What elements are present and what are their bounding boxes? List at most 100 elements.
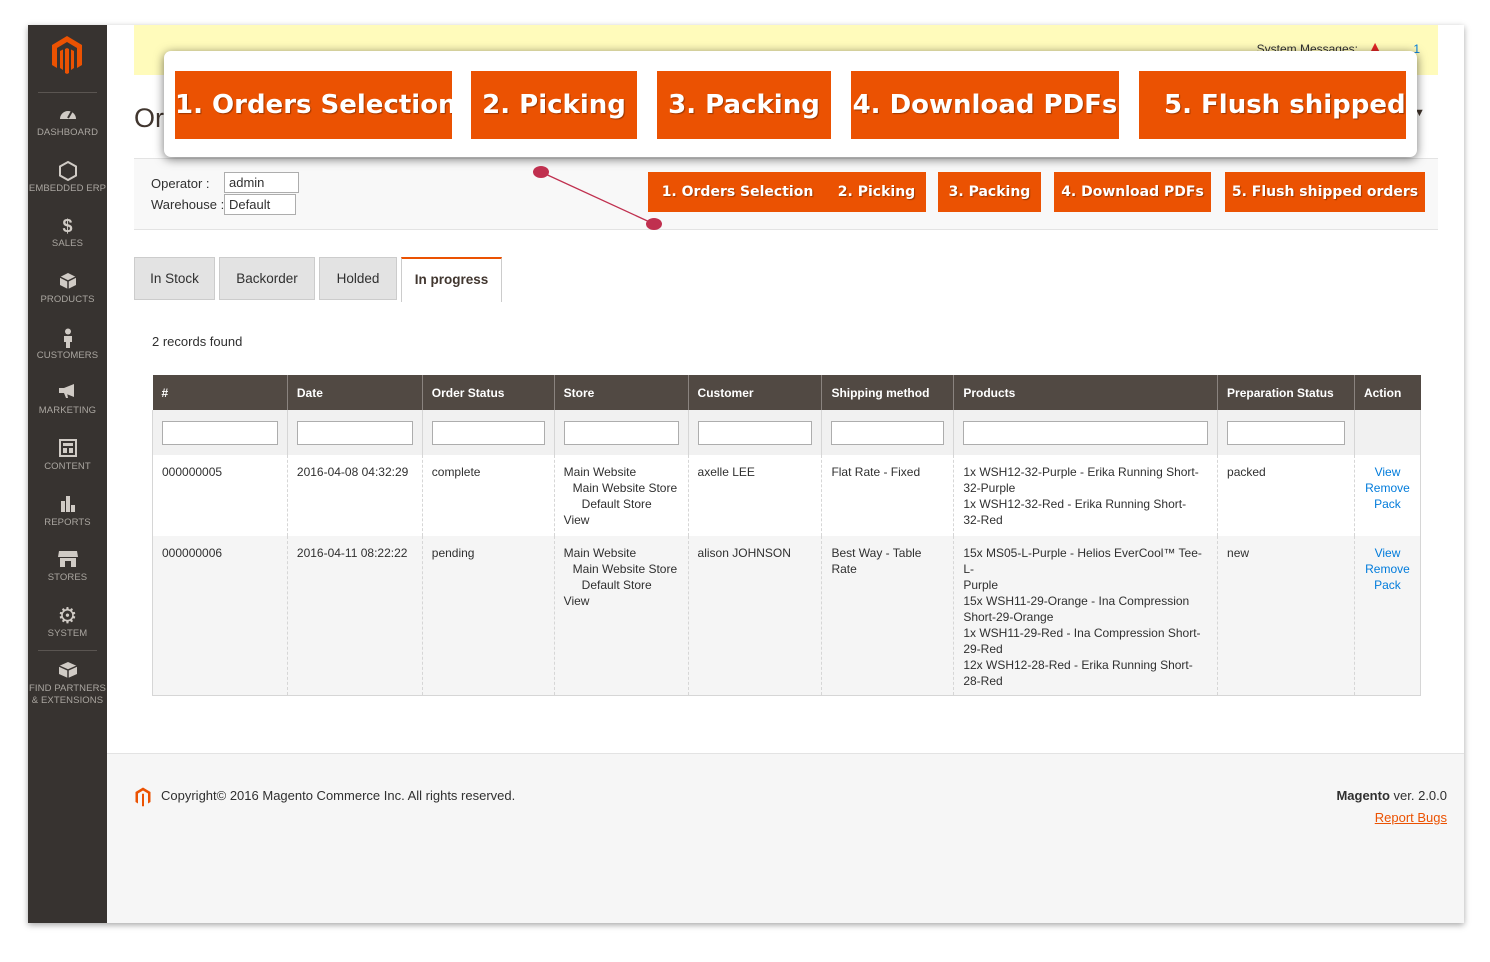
operator-field[interactable] xyxy=(224,172,299,193)
download-pdfs-button-zoomed[interactable]: 4. Download PDFs xyxy=(851,71,1119,139)
flush-shipped-orders-button[interactable]: 5. Flush shipped orders xyxy=(1225,172,1425,212)
hexagon-icon xyxy=(28,160,107,182)
packing-button[interactable]: 3. Packing xyxy=(938,172,1041,212)
packing-button-zoomed[interactable]: 3. Packing xyxy=(657,71,831,139)
column-header-date[interactable]: Date xyxy=(286,375,423,410)
sidebar-item-customers[interactable]: CUSTOMERS xyxy=(28,328,107,361)
product-line: 15x WSH11-29-Orange - Ina Compression xyxy=(963,594,1190,608)
order-preparation-status: new xyxy=(1217,536,1355,696)
bar-chart-icon xyxy=(28,495,107,515)
store-icon xyxy=(28,550,107,570)
cube-icon xyxy=(28,272,107,292)
column-header-id[interactable]: # xyxy=(152,375,288,410)
product-line: Short-29-Orange xyxy=(963,610,1054,624)
megaphone-icon xyxy=(28,383,107,403)
table-row[interactable]: 000000005 2016-04-08 04:32:29 complete M… xyxy=(152,455,1422,536)
column-header-store[interactable]: Store xyxy=(553,375,689,410)
sidebar-item-marketing[interactable]: MARKETING xyxy=(28,383,107,416)
filter-products-input[interactable] xyxy=(963,420,1209,445)
sidebar-item-label: MARKETING xyxy=(38,405,97,416)
filter-preparation-status-input[interactable] xyxy=(1227,420,1345,445)
sidebar-item-label: PRODUCTS xyxy=(40,294,95,305)
dollar-icon: $ xyxy=(62,216,73,236)
order-store: Main Website Main Website Store Default … xyxy=(553,455,689,536)
zoom-callout: 1. Orders Selection 2. Picking 3. Packin… xyxy=(164,51,1417,157)
filter-date-input[interactable] xyxy=(296,420,413,445)
product-line: 28-Red xyxy=(963,674,1003,688)
sidebar-item-content[interactable]: CONTENT xyxy=(28,439,107,472)
operator-label: Operator : xyxy=(151,176,210,191)
sidebar-item-embedded-erp[interactable]: EMBEDDED ERP xyxy=(28,160,107,194)
tab-holded[interactable]: Holded xyxy=(319,257,397,300)
orders-selection-button-zoomed[interactable]: 1. Orders Selection xyxy=(175,71,452,139)
order-customer: alison JOHNSON xyxy=(687,536,822,696)
product-line: 1x WSH12-32-Red - Erika Running Short- xyxy=(963,497,1187,511)
sidebar-item-label: FIND PARTNERS xyxy=(29,683,106,694)
filter-customer-input[interactable] xyxy=(697,420,813,445)
orders-grid: # Date Order Status Store Customer Shipp… xyxy=(152,375,1422,696)
order-status: complete xyxy=(421,455,555,536)
column-header-action: Action xyxy=(1353,375,1421,410)
order-products: 15x MS05-L-Purple - Helios EverCool™ Tee… xyxy=(953,536,1218,696)
sidebar-item-label: REPORTS xyxy=(44,517,91,528)
sidebar-item-label: CONTENT xyxy=(44,461,91,472)
version-text: Magento ver. 2.0.0 xyxy=(1336,788,1447,803)
order-shipping-method: Best Way - Table Rate xyxy=(821,536,954,696)
order-shipping-method: Flat Rate - Fixed xyxy=(821,455,954,536)
column-header-products[interactable]: Products xyxy=(953,375,1218,410)
tab-in-progress[interactable]: In progress xyxy=(401,257,502,302)
tab-backorder[interactable]: Backorder xyxy=(219,257,315,300)
column-header-shipping-method[interactable]: Shipping method xyxy=(821,375,954,410)
product-line: 32-Purple xyxy=(963,481,1016,495)
magento-logo[interactable] xyxy=(50,35,84,75)
view-link[interactable]: View xyxy=(1364,545,1411,561)
pack-link[interactable]: Pack xyxy=(1364,577,1411,593)
store-website: Main Website xyxy=(563,465,637,479)
sidebar-item-label: & EXTENSIONS xyxy=(31,695,104,706)
remove-link[interactable]: Remove xyxy=(1364,561,1411,577)
product-line: 1x WSH12-32-Purple - Erika Running Short… xyxy=(963,465,1199,479)
remove-link[interactable]: Remove xyxy=(1364,480,1411,496)
product-line: 12x WSH12-28-Red - Erika Running Short- xyxy=(963,658,1193,672)
filter-store-input[interactable] xyxy=(563,420,679,445)
download-pdfs-button[interactable]: 4. Download PDFs xyxy=(1054,172,1211,212)
sidebar-item-label: STORES xyxy=(47,572,88,583)
page-title: Or xyxy=(134,103,164,133)
person-icon xyxy=(28,328,107,348)
filter-id-input[interactable] xyxy=(162,420,278,445)
column-header-customer[interactable]: Customer xyxy=(687,375,822,410)
gear-icon: ⚙ xyxy=(57,603,78,628)
sidebar-item-dashboard[interactable]: DASHBOARD xyxy=(28,105,107,138)
store-website: Main Website xyxy=(563,546,637,560)
store-view: Default Store xyxy=(581,578,652,592)
pack-link[interactable]: Pack xyxy=(1364,496,1411,512)
store-name: Main Website Store xyxy=(572,481,678,495)
picking-button-zoomed[interactable]: 2. Picking xyxy=(471,71,637,139)
copyright-text: Copyright© 2016 Magento Commerce Inc. Al… xyxy=(161,788,516,803)
sidebar-item-find-partners[interactable]: FIND PARTNERS & EXTENSIONS xyxy=(28,661,107,707)
picking-button[interactable]: 2. Picking xyxy=(827,172,926,212)
sidebar-item-reports[interactable]: REPORTS xyxy=(28,495,107,528)
brand-name: Magento xyxy=(1336,788,1390,803)
report-bugs-link[interactable]: Report Bugs xyxy=(1375,810,1447,825)
filter-shipping-input[interactable] xyxy=(831,420,945,445)
column-header-preparation-status[interactable]: Preparation Status xyxy=(1217,375,1355,410)
product-line: 15x MS05-L-Purple - Helios EverCool™ Tee… xyxy=(963,546,1202,576)
warehouse-field[interactable] xyxy=(224,194,296,215)
table-row[interactable]: 000000006 2016-04-11 08:22:22 pending Ma… xyxy=(152,536,1422,696)
box-icon xyxy=(28,661,107,681)
column-header-order-status[interactable]: Order Status xyxy=(421,375,555,410)
filter-order-status-input[interactable] xyxy=(431,420,545,445)
flush-shipped-orders-button-zoomed[interactable]: 5. Flush shipped ord xyxy=(1139,71,1406,139)
sidebar-item-products[interactable]: PRODUCTS xyxy=(28,272,107,305)
order-actions: View Remove Pack xyxy=(1353,455,1422,536)
orders-selection-button[interactable]: 1. Orders Selection xyxy=(648,172,827,212)
sidebar-item-stores[interactable]: STORES xyxy=(28,550,107,583)
order-products: 1x WSH12-32-Purple - Erika Running Short… xyxy=(953,455,1218,536)
product-line: 29-Red xyxy=(963,642,1003,656)
shipping-line: Rate xyxy=(831,562,857,576)
sidebar-item-system[interactable]: ⚙ SYSTEM xyxy=(28,603,107,640)
view-link[interactable]: View xyxy=(1364,464,1411,480)
tab-in-stock[interactable]: In Stock xyxy=(134,257,215,300)
sidebar-item-sales[interactable]: $ SALES xyxy=(28,216,107,249)
